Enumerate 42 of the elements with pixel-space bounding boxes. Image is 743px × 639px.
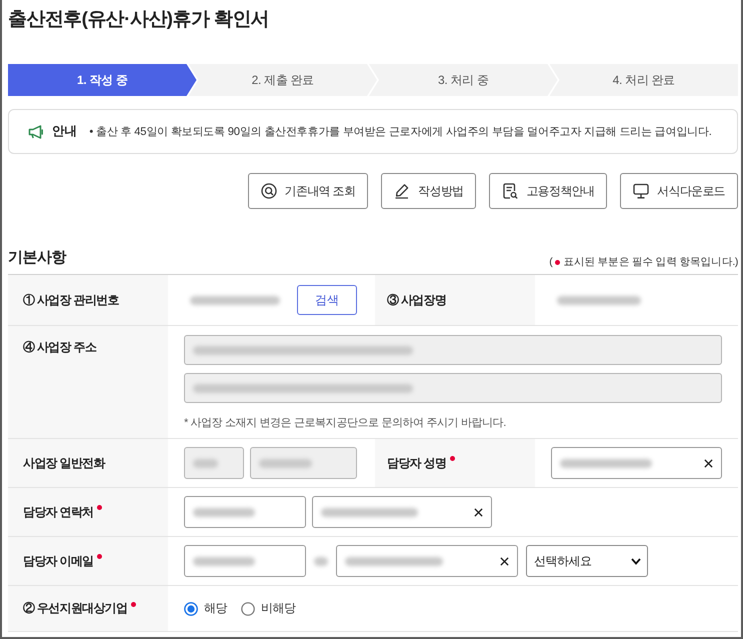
field-label: 사업장 일반전화 xyxy=(23,454,105,472)
progress-step: 3. 처리 중 xyxy=(369,64,558,96)
pencil-icon xyxy=(394,183,410,199)
notice-label: 안내 xyxy=(52,123,78,140)
chevron-down-icon xyxy=(631,558,641,564)
input-field[interactable] xyxy=(551,447,722,479)
clear-icon[interactable] xyxy=(704,458,713,468)
field-label: ② 우선지원대상기업 xyxy=(23,600,128,617)
document-search-icon xyxy=(502,183,518,199)
search-button[interactable]: 검색 xyxy=(297,285,357,315)
action-button[interactable]: 고용정책안내 xyxy=(489,173,608,209)
notice-text: • 출산 후 45일이 확보되도록 90일의 출산전후휴가를 부여받은 근로자에게 사업주의 부담을 덜어주고자 지급해 드리는 급여입니다. xyxy=(89,125,712,139)
monitor-icon xyxy=(633,183,650,199)
field-label: 담당자 성명 xyxy=(387,454,446,472)
required-dot-icon xyxy=(555,260,560,264)
progress-step: 1. 작성 중 xyxy=(8,64,196,96)
dropdown-select[interactable]: 선택하세요 xyxy=(526,545,648,577)
action-button[interactable]: 서식다운로드 xyxy=(620,173,738,209)
page-title: 출산전후(유산·사산)휴가 확인서 xyxy=(8,8,270,32)
section-heading: 기본사항 xyxy=(8,248,66,268)
input-field[interactable] xyxy=(184,496,306,528)
note-text: ( xyxy=(549,256,552,268)
progress-step: 4. 처리 완료 xyxy=(550,64,738,96)
field-label: ① 사업장 관리번호 xyxy=(23,292,119,308)
radio-option[interactable]: 비해당 xyxy=(241,600,296,617)
clear-icon[interactable] xyxy=(474,508,483,516)
progress-step: 2. 제출 완료 xyxy=(188,64,377,96)
clear-icon[interactable] xyxy=(500,556,509,566)
hint-text: * 사업장 소재지 변경은 근로복지공단으로 문의하여 주시기 바랍니다. xyxy=(184,416,507,430)
field-label: ③ 사업장명 xyxy=(387,292,446,308)
radio-option[interactable]: 해당 xyxy=(184,600,227,617)
input-field[interactable] xyxy=(336,545,518,577)
field-label: 담당자 연락처 xyxy=(23,504,94,520)
input-field[interactable] xyxy=(312,496,492,528)
field-label: 담당자 이메일 xyxy=(23,552,94,570)
search-icon xyxy=(260,183,277,199)
megaphone-icon xyxy=(28,124,44,138)
input-field[interactable] xyxy=(184,545,306,577)
action-button[interactable]: 기존내역 조회 xyxy=(248,173,368,209)
note-text: 표시된 부분은 필수 입력 항목입니다.) xyxy=(563,255,738,269)
field-label: ④ 사업장 주소 xyxy=(23,339,96,356)
action-button[interactable]: 작성방법 xyxy=(381,173,476,209)
